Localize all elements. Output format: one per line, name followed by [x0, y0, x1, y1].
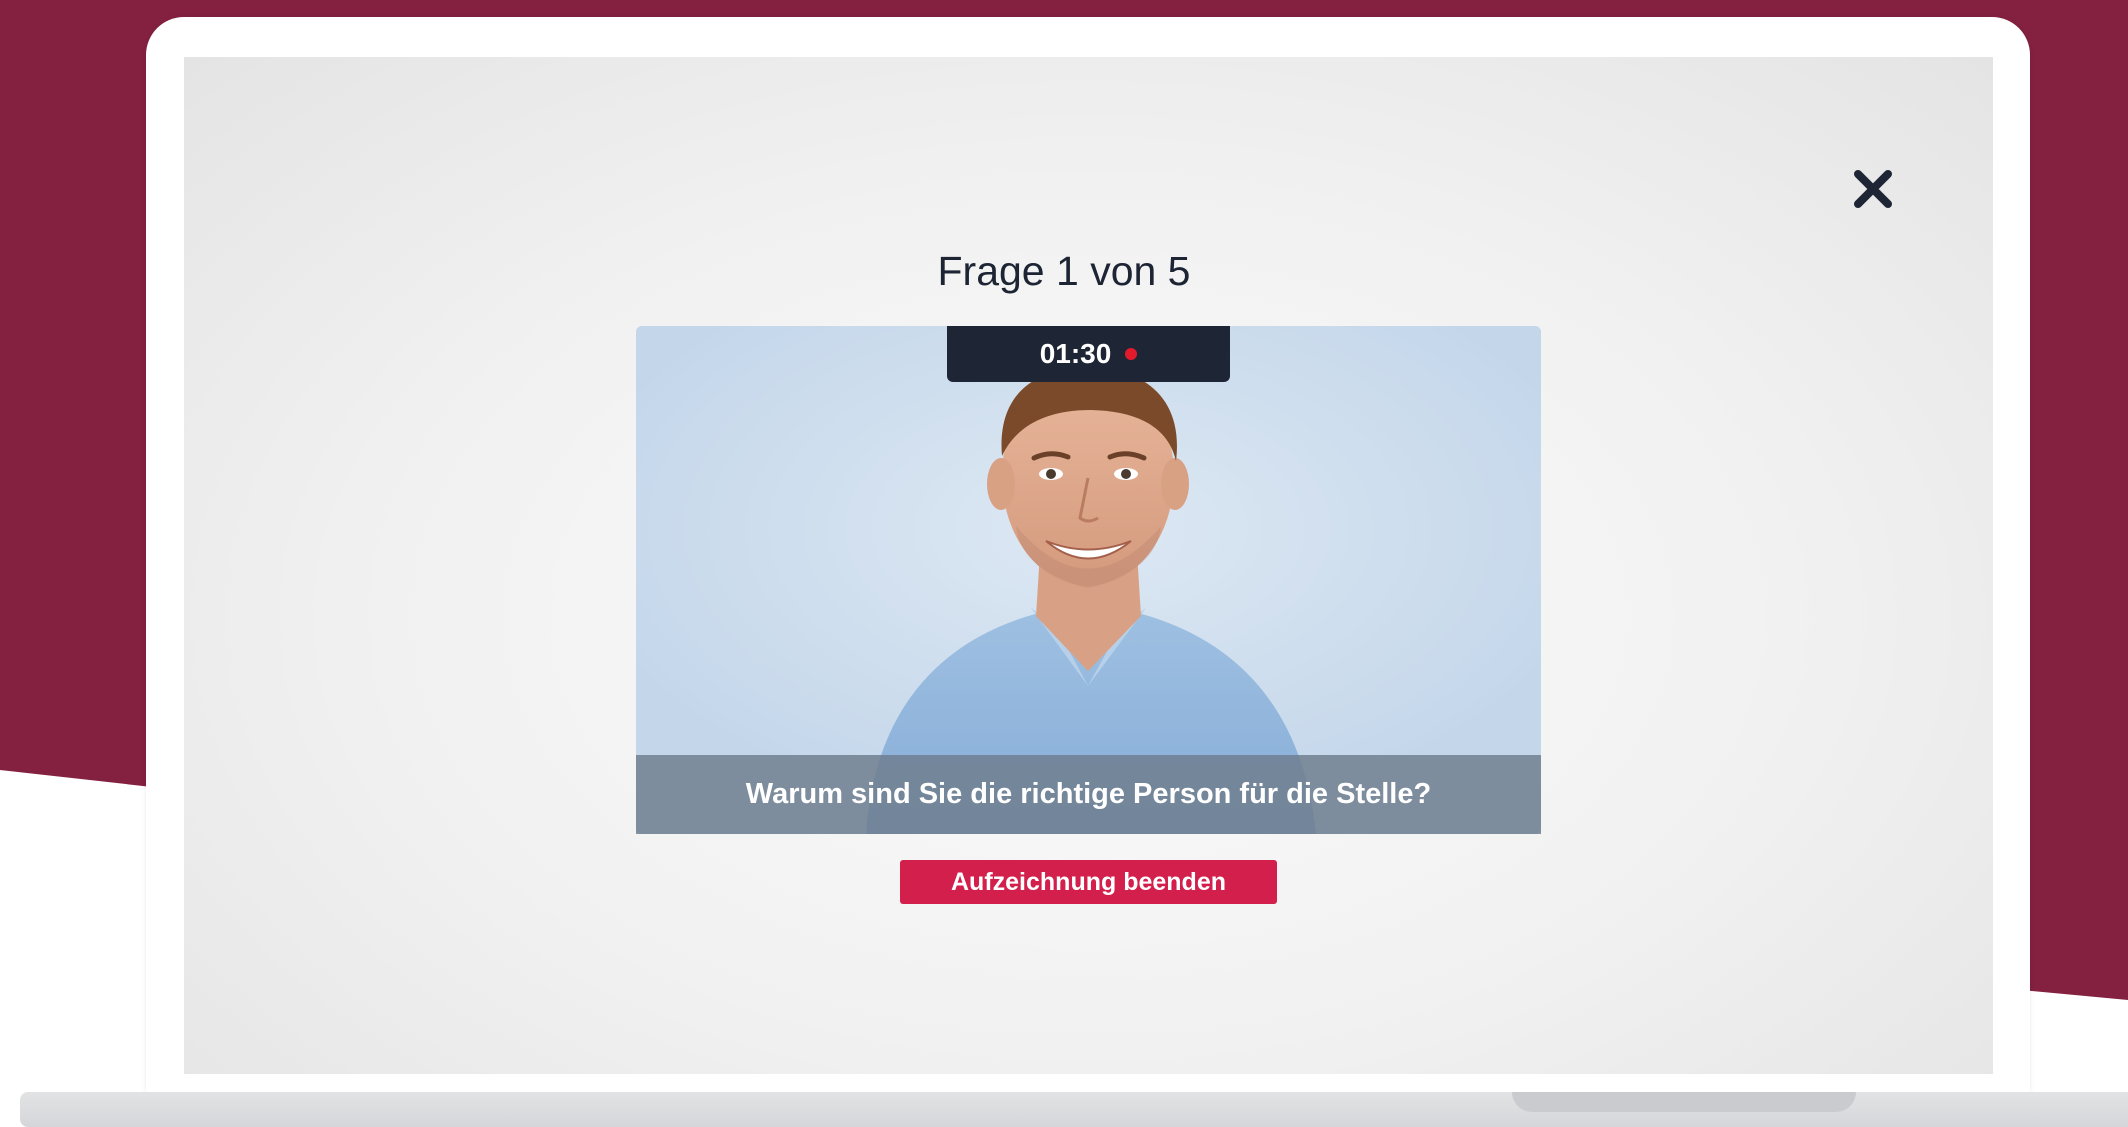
page-title: Frage 1 von 5: [937, 248, 1191, 294]
recording-dot-icon: [1125, 348, 1138, 360]
timer-value: 01:30: [1039, 338, 1112, 369]
close-icon: [1854, 170, 1892, 208]
end-recording-button[interactable]: Aufzeichnung beenden: [900, 860, 1277, 904]
close-button[interactable]: [1852, 168, 1894, 210]
question-caption: Warum sind Sie die richtige Person für d…: [636, 755, 1541, 834]
recording-timer: 01:30: [947, 326, 1230, 382]
question-text: Warum sind Sie die richtige Person für d…: [745, 778, 1432, 810]
laptop-notch: [1512, 1092, 1856, 1112]
